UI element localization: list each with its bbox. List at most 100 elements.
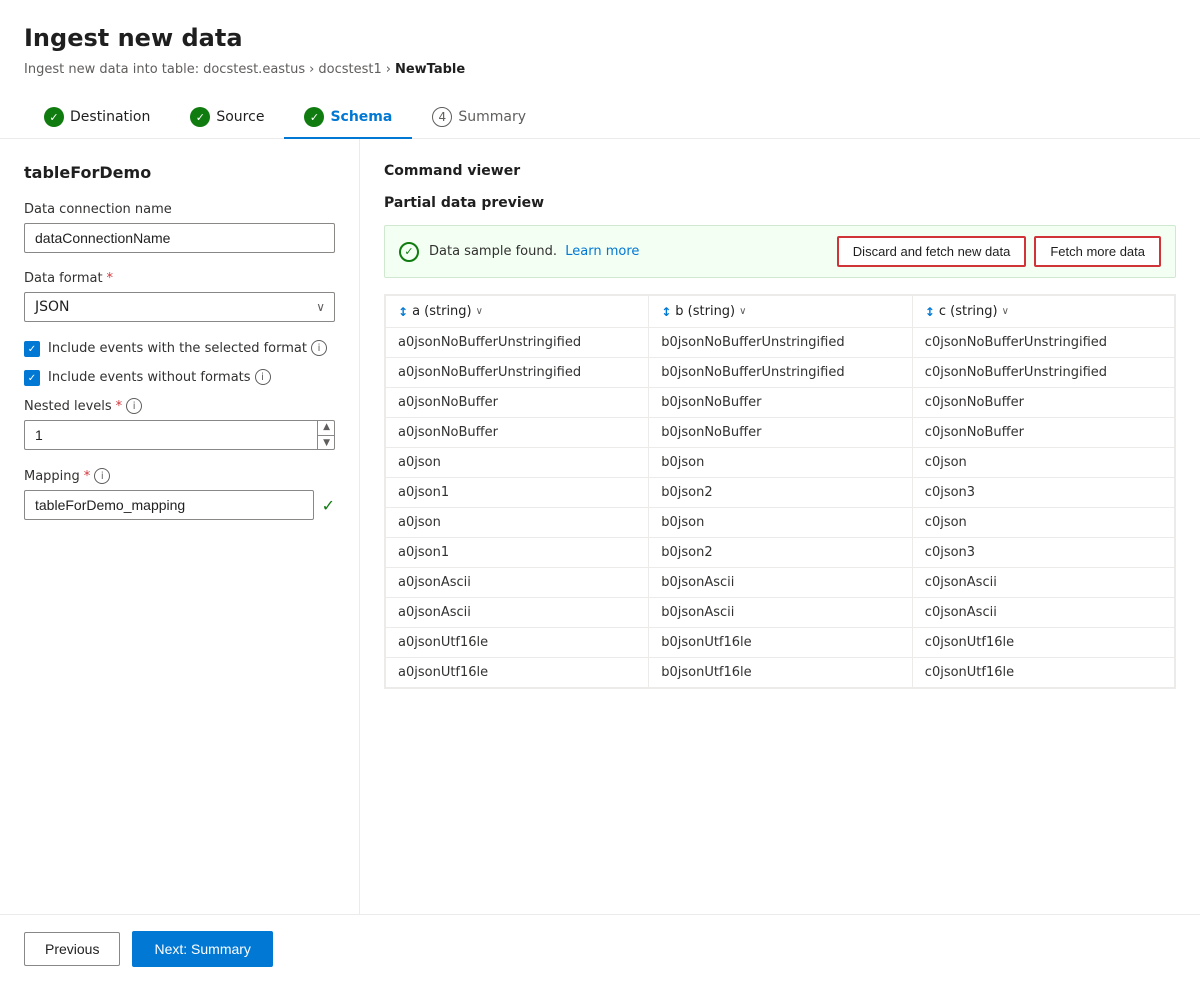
table-cell-5-0: a0json1 xyxy=(386,478,649,508)
table-cell-10-0: a0jsonUtf16le xyxy=(386,628,649,658)
col-header-a[interactable]: ↕ a (string) ∨ xyxy=(386,296,649,328)
main-content: tableForDemo Data connection name Data f… xyxy=(0,139,1200,914)
tab-schema[interactable]: ✓ Schema xyxy=(284,97,412,139)
breadcrumb-sep2: › xyxy=(386,62,391,77)
checkbox1-info-icon[interactable]: i xyxy=(311,340,327,356)
source-check-icon: ✓ xyxy=(190,107,210,127)
breadcrumb-prefix: Ingest new data into table: xyxy=(24,62,199,77)
table-row: a0jsonAsciib0jsonAsciic0jsonAscii xyxy=(386,568,1175,598)
mapping-required: * xyxy=(84,469,91,484)
table-cell-4-2: c0json xyxy=(912,448,1174,478)
data-sample-bar: ✓ Data sample found. Learn more Discard … xyxy=(384,225,1176,278)
table-cell-4-1: b0json xyxy=(649,448,913,478)
checkbox2-check-icon: ✓ xyxy=(28,373,36,384)
panel-title: tableForDemo xyxy=(24,163,335,182)
fetch-more-button[interactable]: Fetch more data xyxy=(1034,236,1161,267)
breadcrumb-table: NewTable xyxy=(395,62,465,77)
data-format-select[interactable]: JSON xyxy=(24,292,335,322)
nested-levels-input-wrapper: ▲ ▼ xyxy=(24,420,335,450)
table-row: a0jsonNoBufferUnstringifiedb0jsonNoBuffe… xyxy=(386,358,1175,388)
table-cell-5-1: b0json2 xyxy=(649,478,913,508)
table-cell-2-0: a0jsonNoBuffer xyxy=(386,388,649,418)
table-cell-6-0: a0json xyxy=(386,508,649,538)
table-cell-9-1: b0jsonAscii xyxy=(649,598,913,628)
nested-levels-field: Nested levels * i ▲ ▼ xyxy=(24,398,335,450)
tab-destination[interactable]: ✓ Destination xyxy=(24,97,170,139)
table-row: a0json1b0json2c0json3 xyxy=(386,538,1175,568)
checkbox1-label: Include events with the selected format … xyxy=(48,340,335,356)
partial-preview-title: Partial data preview xyxy=(384,195,1176,211)
col-header-c[interactable]: ↕ c (string) ∨ xyxy=(912,296,1174,328)
table-cell-8-1: b0jsonAscii xyxy=(649,568,913,598)
table-cell-0-1: b0jsonNoBufferUnstringified xyxy=(649,328,913,358)
nested-levels-input[interactable] xyxy=(24,420,335,450)
mapping-info-icon[interactable]: i xyxy=(94,468,110,484)
breadcrumb: Ingest new data into table: docstest.eas… xyxy=(24,62,1176,77)
col-c-type-icon: ↕ xyxy=(925,305,935,319)
sample-text: Data sample found. Learn more xyxy=(429,244,827,259)
schema-check-icon: ✓ xyxy=(304,107,324,127)
connection-name-input[interactable] xyxy=(24,223,335,253)
table-body: a0jsonNoBufferUnstringifiedb0jsonNoBuffe… xyxy=(386,328,1175,688)
table-cell-0-0: a0jsonNoBufferUnstringified xyxy=(386,328,649,358)
table-cell-10-2: c0jsonUtf16le xyxy=(912,628,1174,658)
header: Ingest new data Ingest new data into tab… xyxy=(0,0,1200,97)
table-cell-1-1: b0jsonNoBufferUnstringified xyxy=(649,358,913,388)
table-cell-2-2: c0jsonNoBuffer xyxy=(912,388,1174,418)
col-a-type-icon: ↕ xyxy=(398,305,408,319)
data-table: ↕ a (string) ∨ ↕ b (string) ∨ xyxy=(385,295,1175,688)
mapping-input-wrapper: ✓ xyxy=(24,490,335,520)
nested-levels-up[interactable]: ▲ xyxy=(318,420,335,436)
action-buttons: Discard and fetch new data Fetch more da… xyxy=(837,236,1161,267)
mapping-input[interactable] xyxy=(24,490,314,520)
table-cell-3-1: b0jsonNoBuffer xyxy=(649,418,913,448)
data-format-select-wrapper: JSON xyxy=(24,292,335,322)
table-cell-7-2: c0json3 xyxy=(912,538,1174,568)
col-c-chevron: ∨ xyxy=(1002,306,1009,317)
table-cell-7-0: a0json1 xyxy=(386,538,649,568)
table-cell-9-2: c0jsonAscii xyxy=(912,598,1174,628)
tab-schema-label: Schema xyxy=(330,109,392,125)
table-cell-3-0: a0jsonNoBuffer xyxy=(386,418,649,448)
mapping-label: Mapping * i xyxy=(24,468,335,484)
learn-more-link[interactable]: Learn more xyxy=(565,244,639,259)
table-row: a0json1b0json2c0json3 xyxy=(386,478,1175,508)
table-cell-6-2: c0json xyxy=(912,508,1174,538)
discard-fetch-button[interactable]: Discard and fetch new data xyxy=(837,236,1027,267)
table-cell-8-0: a0jsonAscii xyxy=(386,568,649,598)
mapping-field: Mapping * i ✓ xyxy=(24,468,335,520)
breadcrumb-cluster: docstest.eastus xyxy=(203,62,305,77)
command-viewer-title: Command viewer xyxy=(384,163,1176,179)
sample-found-icon: ✓ xyxy=(399,242,419,262)
tab-source[interactable]: ✓ Source xyxy=(170,97,284,139)
table-row: a0jsonUtf16leb0jsonUtf16lec0jsonUtf16le xyxy=(386,628,1175,658)
checkbox2-info-icon[interactable]: i xyxy=(255,369,271,385)
table-cell-0-2: c0jsonNoBufferUnstringified xyxy=(912,328,1174,358)
nested-levels-label: Nested levels * i xyxy=(24,398,335,414)
summary-number-icon: 4 xyxy=(432,107,452,127)
tab-destination-label: Destination xyxy=(70,109,150,125)
table-cell-11-0: a0jsonUtf16le xyxy=(386,658,649,688)
previous-button[interactable]: Previous xyxy=(24,932,120,966)
table-cell-11-1: b0jsonUtf16le xyxy=(649,658,913,688)
col-header-b[interactable]: ↕ b (string) ∨ xyxy=(649,296,913,328)
nested-levels-info-icon[interactable]: i xyxy=(126,398,142,414)
table-cell-1-0: a0jsonNoBufferUnstringified xyxy=(386,358,649,388)
tab-summary-label: Summary xyxy=(458,109,526,125)
table-row: a0jsonUtf16leb0jsonUtf16lec0jsonUtf16le xyxy=(386,658,1175,688)
data-format-label: Data format * xyxy=(24,271,335,286)
tab-summary[interactable]: 4 Summary xyxy=(412,97,546,139)
mapping-valid-icon: ✓ xyxy=(322,496,335,515)
connection-name-field: Data connection name xyxy=(24,202,335,253)
table-cell-8-2: c0jsonAscii xyxy=(912,568,1174,598)
left-panel: tableForDemo Data connection name Data f… xyxy=(0,139,360,914)
checkbox-events-without-format[interactable]: ✓ Include events without formats i xyxy=(24,369,335,386)
tab-source-label: Source xyxy=(216,109,264,125)
checkbox2-label: Include events without formats i xyxy=(48,369,335,385)
nested-levels-down[interactable]: ▼ xyxy=(318,436,335,451)
checkbox1-check-icon: ✓ xyxy=(28,344,36,355)
next-button[interactable]: Next: Summary xyxy=(132,931,272,967)
table-cell-11-2: c0jsonUtf16le xyxy=(912,658,1174,688)
footer: Previous Next: Summary xyxy=(0,914,1200,983)
checkbox-events-with-format[interactable]: ✓ Include events with the selected forma… xyxy=(24,340,335,357)
